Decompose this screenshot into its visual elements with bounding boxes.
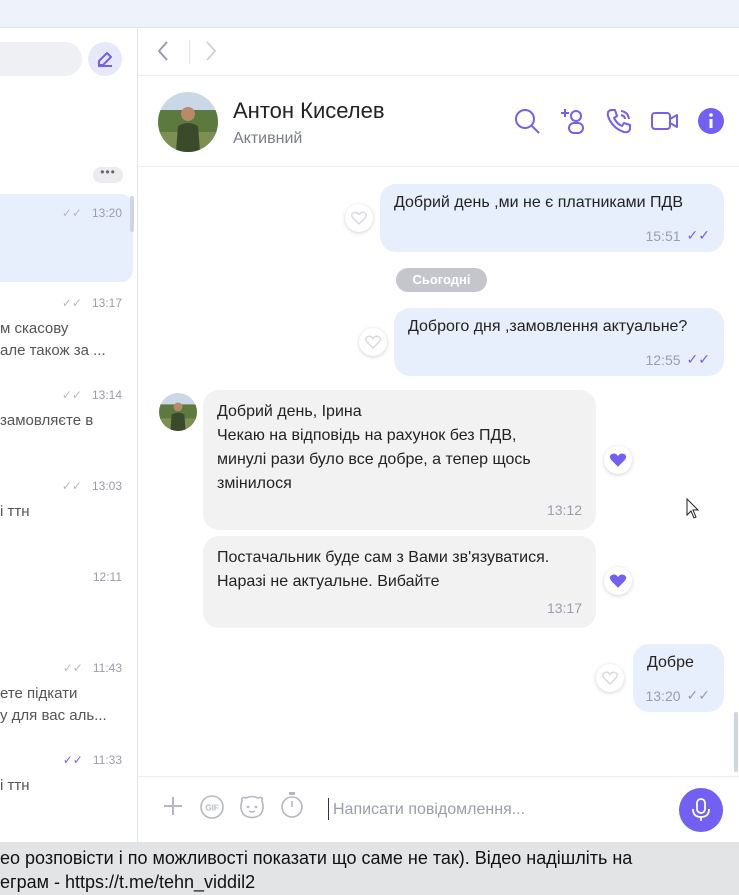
info-icon <box>698 108 724 134</box>
read-check-icon: ✓✓ <box>62 753 83 767</box>
plus-icon[interactable] <box>162 795 184 817</box>
chat-time: 13:20 <box>91 206 122 220</box>
outgoing-message[interactable]: Добре 13:20 ✓✓ <box>633 644 724 712</box>
info-button[interactable] <box>695 105 727 137</box>
chat-list-panel: ••• ✓✓ 13:20 ✓✓ 13:17 м скасову але також з… <box>0 28 138 842</box>
chat-time: 13:14 <box>91 388 122 402</box>
back-arrow-icon[interactable] <box>156 38 170 64</box>
video-call-button[interactable] <box>649 105 681 137</box>
conversation-header: Антон Киселев Активний <box>138 77 739 167</box>
contact-avatar[interactable] <box>158 92 218 152</box>
document-line: ео розповісти і по можливості показати щ… <box>0 848 633 868</box>
chat-time: 13:17 <box>91 296 122 310</box>
message-line: Чекаю на відповідь на рахунок без ПДВ, <box>217 427 517 444</box>
mouse-cursor-icon <box>686 498 700 519</box>
background-document-text: ео розповісти і по можливості показати щ… <box>0 842 739 895</box>
read-check-icon: ✓✓ <box>686 351 710 367</box>
message-composer: GIF <box>138 776 739 842</box>
text-caret <box>328 798 329 820</box>
avatar-photo <box>159 393 197 431</box>
read-check-icon: ✓✓ <box>61 479 82 493</box>
like-button[interactable] <box>596 664 624 692</box>
outgoing-message[interactable]: Доброго дня ,замовлення актуальне? 12:55… <box>394 308 724 376</box>
search-icon <box>515 109 540 134</box>
call-button[interactable] <box>603 105 635 137</box>
message-time: 12:55 <box>645 351 681 368</box>
message-line: минулі рази було все добре, а тепер щось <box>217 451 531 468</box>
incoming-message[interactable]: Постачальник буде сам з Вами зв'язуватис… <box>203 536 596 628</box>
timer-icon[interactable] <box>279 791 305 819</box>
chat-preview: м скасову але також за ... <box>0 320 106 359</box>
voice-message-button[interactable] <box>679 788 723 832</box>
chat-list-scrollbar[interactable] <box>130 196 134 232</box>
compose-icon <box>98 52 112 67</box>
message-text: Добре <box>647 654 694 671</box>
message-line: Добрий день, Ірина <box>217 403 362 420</box>
read-check-icon: ✓✓ <box>61 296 82 310</box>
heart-filled-icon <box>609 574 627 588</box>
like-button[interactable] <box>359 328 387 356</box>
contact-name: Антон Киселев <box>233 98 385 123</box>
incoming-message[interactable]: Добрий день, Ірина Чекаю на відповідь на… <box>203 390 596 530</box>
compose-button[interactable] <box>88 42 122 76</box>
message-time: 13:12 <box>546 502 582 518</box>
message-time: 13:20 <box>645 687 681 704</box>
chat-time: 11:43 <box>92 661 122 675</box>
message-line: змінилося <box>217 475 292 492</box>
message-line: Наразі не актуальне. Вибайте <box>217 573 440 590</box>
microphone-icon <box>692 798 710 821</box>
nav-divider <box>189 40 190 64</box>
heart-outline-icon <box>365 335 381 349</box>
chat-time: 13:03 <box>91 479 122 493</box>
delivered-check-icon: ✓✓ <box>686 687 710 703</box>
chat-time: 11:33 <box>92 753 122 767</box>
chat-preview: і ттн <box>0 777 30 794</box>
header-actions <box>511 105 727 137</box>
read-check-icon: ✓✓ <box>62 661 83 675</box>
more-options-button[interactable]: ••• <box>93 166 123 183</box>
conversation-panel: Антон Киселев Активний Добрий день ,ми н… <box>138 28 739 842</box>
add-person-icon <box>561 109 584 134</box>
message-time: 15:51 <box>645 227 681 244</box>
heart-outline-icon <box>351 211 367 225</box>
chat-preview: ете підкати у для вас аль... <box>0 685 107 724</box>
message-input[interactable] <box>333 799 663 821</box>
avatar-photo <box>158 92 218 152</box>
navigation-bar <box>138 28 739 76</box>
message-line: Постачальник буде сам з Вами зв'язуватис… <box>217 549 550 566</box>
chat-preview: і ттн <box>0 503 30 520</box>
heart-outline-icon <box>602 671 618 685</box>
sender-avatar[interactable] <box>159 393 197 431</box>
document-line: еграм - https://t.me/tehn_viddil2 <box>0 872 256 892</box>
like-button[interactable] <box>604 567 632 595</box>
outgoing-message[interactable]: Добрий день ,ми не є платниками ПДВ 15:5… <box>380 184 724 252</box>
message-text: Доброго дня ,замовлення актуальне? <box>408 318 688 335</box>
message-scrollbar[interactable] <box>734 712 738 772</box>
heart-filled-icon <box>609 453 627 467</box>
contact-status: Активний <box>233 130 303 147</box>
read-check-icon: ✓✓ <box>61 206 82 220</box>
sticker-icon[interactable] <box>238 795 266 819</box>
message-text: Добрий день ,ми не є платниками ПДВ <box>394 194 684 211</box>
forward-arrow-icon[interactable] <box>204 38 218 64</box>
like-button[interactable] <box>604 446 632 474</box>
search-input[interactable] <box>0 42 82 76</box>
add-participant-button[interactable] <box>557 105 589 137</box>
read-check-icon: ✓✓ <box>61 388 82 402</box>
search-button[interactable] <box>511 105 543 137</box>
date-separator: Сьогодні <box>396 268 487 292</box>
message-list: Добрий день ,ми не є платниками ПДВ 15:5… <box>138 168 739 776</box>
read-check-icon: ✓✓ <box>686 227 710 243</box>
phone-icon <box>606 109 631 134</box>
chat-preview: замовляєте в <box>0 412 94 429</box>
svg-text:GIF: GIF <box>205 804 218 813</box>
message-time: 13:17 <box>546 600 582 616</box>
video-camera-icon <box>651 112 678 130</box>
window-top-strip <box>0 0 739 28</box>
chat-time: 12:11 <box>92 570 122 584</box>
gif-icon[interactable]: GIF <box>200 795 224 819</box>
like-button[interactable] <box>345 204 373 232</box>
